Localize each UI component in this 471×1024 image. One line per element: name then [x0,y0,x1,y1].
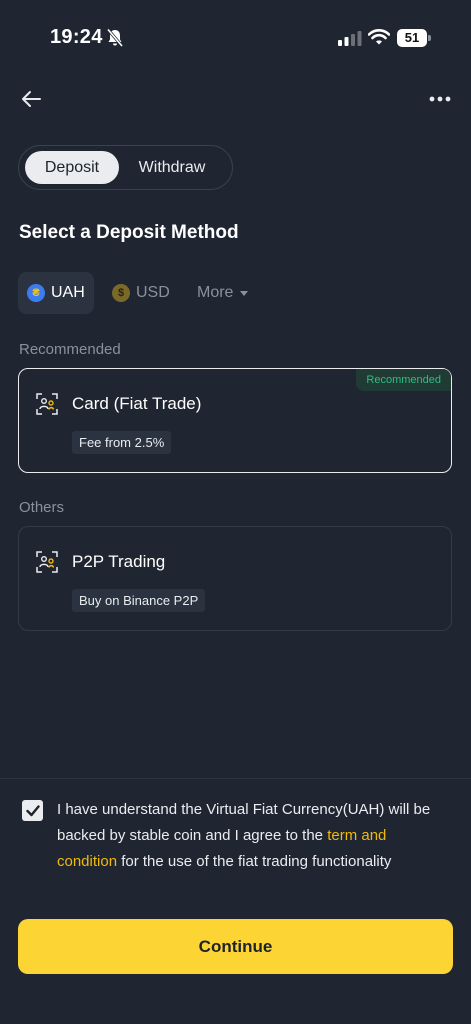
bottom-divider [0,778,471,779]
method-card-fiat-trade[interactable]: Recommended Card (Fiat Trade) Fee from 2… [18,368,452,473]
more-options-button[interactable] [426,86,454,112]
more-dots-icon [429,96,451,102]
status-time: 19:24 [50,26,103,48]
checkmark-icon [25,804,40,816]
others-label: Others [19,499,65,516]
agreement-text-part2: for the use of the fiat trading function… [117,853,392,870]
signal-icon [338,31,362,46]
battery-level: 51 [397,29,427,47]
method-name-p2p: P2P Trading [72,552,166,571]
battery-tip [428,35,431,41]
currency-usd[interactable]: $ USD [112,272,170,314]
method-p2p-tag: Buy on Binance P2P [72,589,206,612]
status-bar: 19:24 51 [0,0,471,76]
currency-usd-label: USD [136,284,170,301]
battery-icon: 51 [397,29,431,47]
user-card-icon [36,393,58,415]
deposit-withdraw-tabs: Deposit Withdraw [18,145,233,190]
currency-uah-label: UAH [51,284,85,301]
agreement-checkbox[interactable] [22,800,43,821]
currency-more-dropdown[interactable]: More [197,272,249,314]
continue-button[interactable]: Continue [18,919,453,974]
caret-down-icon [240,290,249,296]
method-card-p2p-trading[interactable]: P2P Trading Buy on Binance P2P [18,526,452,631]
currency-more-label: More [197,284,234,301]
bell-slash-icon [106,28,124,47]
wifi-icon [368,29,390,45]
back-button[interactable] [18,86,44,112]
recommended-label: Recommended [19,341,121,358]
currency-uah[interactable]: ₴ UAH [18,272,94,314]
user-card-icon [36,551,58,573]
method-fee-tag: Fee from 2.5% [72,431,172,454]
arrow-left-icon [22,91,41,107]
method-name-fiat-trade: Card (Fiat Trade) [72,394,202,413]
recommended-badge: Recommended [356,369,451,391]
agreement-text: I have understand the Virtual Fiat Curre… [57,797,447,875]
tab-deposit[interactable]: Deposit [25,151,119,184]
uah-coin-icon: ₴ [27,284,45,302]
currency-selector: ₴ UAH $ USD More [18,272,458,314]
tab-withdraw[interactable]: Withdraw [125,151,219,184]
page-title: Select a Deposit Method [19,222,239,243]
usd-coin-icon: $ [112,284,130,302]
